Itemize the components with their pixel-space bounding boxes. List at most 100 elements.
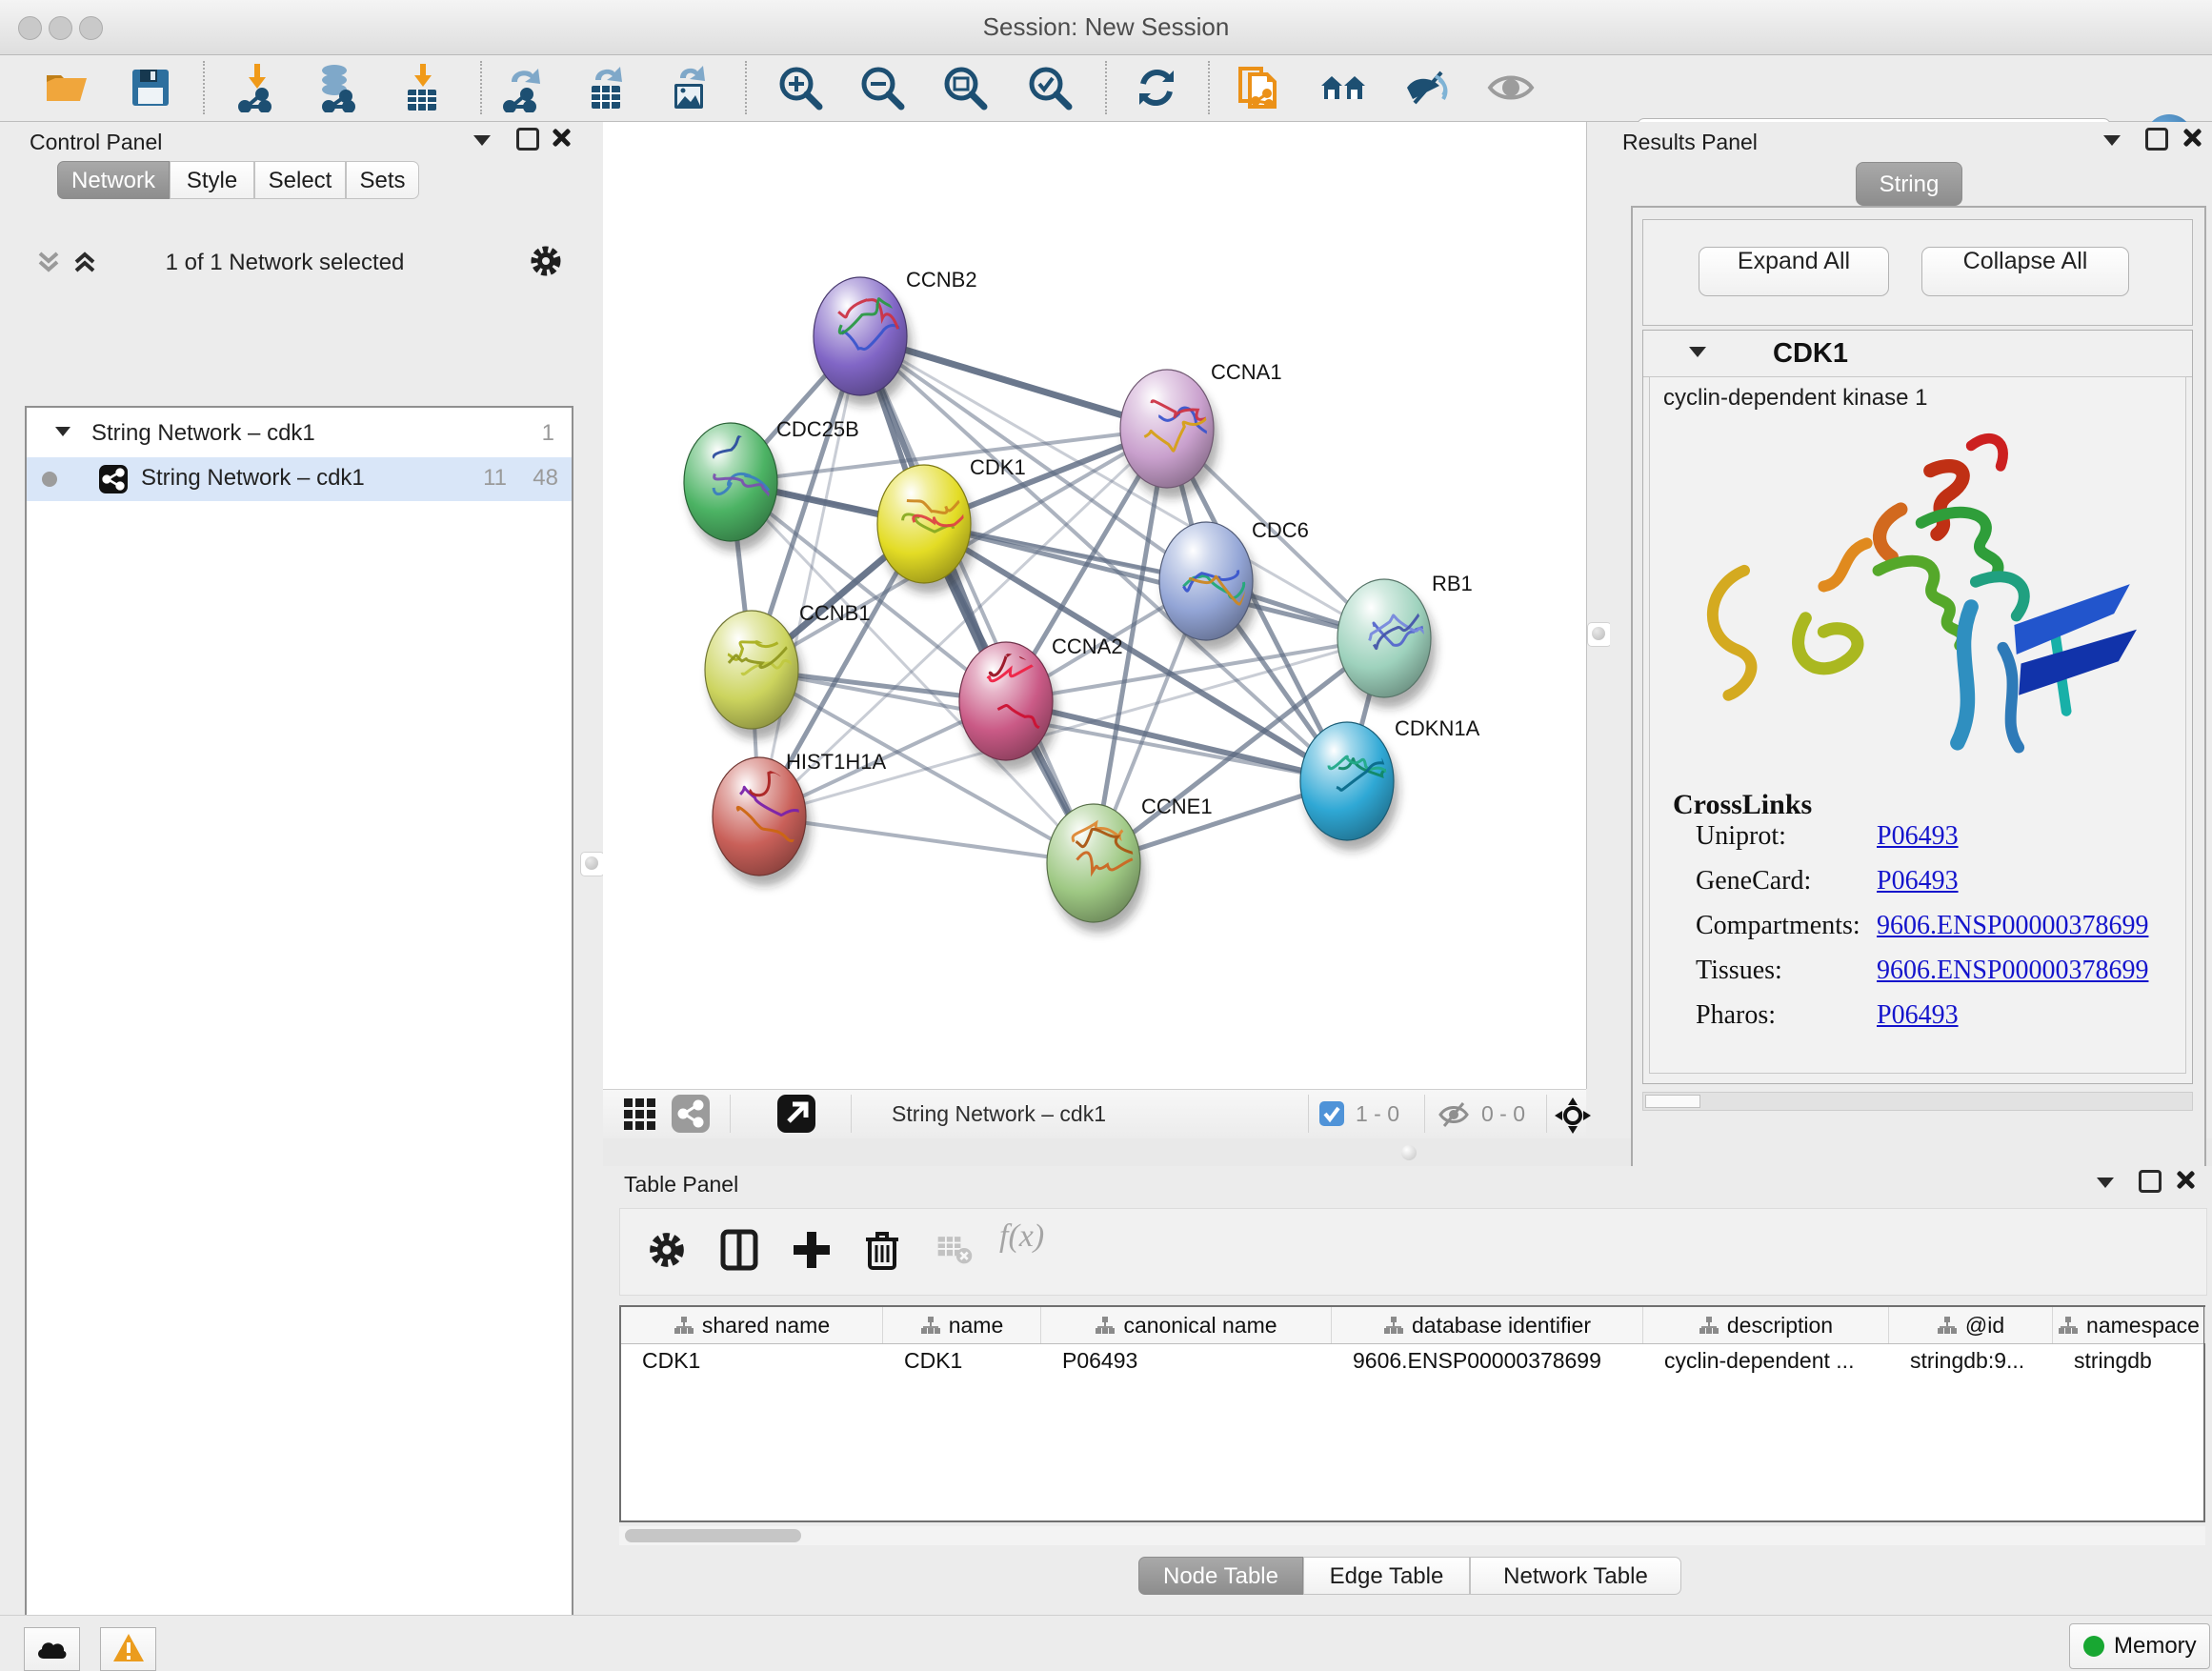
fit-content-crosshair-icon[interactable] <box>1554 1097 1592 1135</box>
network-node-CDKN1A[interactable] <box>1300 722 1407 851</box>
crosslink-link[interactable]: 9606.ENSP00000378699 <box>1877 956 2148 986</box>
show-all-icon[interactable] <box>1486 63 1536 112</box>
results-scrollbar[interactable] <box>1642 1092 2193 1111</box>
right-splitter[interactable] <box>1586 122 1611 1089</box>
crosslink-link[interactable]: P06493 <box>1877 821 1959 852</box>
left-splitter-handle[interactable] <box>580 852 605 876</box>
memory-button[interactable]: Memory <box>2069 1623 2210 1669</box>
import-network-database-icon[interactable] <box>313 63 363 112</box>
open-in-browser-icon[interactable] <box>777 1095 815 1133</box>
panel-close-icon[interactable] <box>2175 1170 2194 1189</box>
panel-collapse-icon[interactable] <box>2097 1178 2114 1188</box>
crosslink-link[interactable]: P06493 <box>1877 1000 1959 1031</box>
string-view-icon[interactable] <box>672 1095 710 1133</box>
tab-node-table[interactable]: Node Table <box>1138 1557 1303 1595</box>
network-collection-row[interactable]: String Network – cdk1 1 <box>27 413 572 457</box>
network-node-CDC6[interactable] <box>1159 522 1257 651</box>
birds-eye-view-icon[interactable] <box>622 1097 658 1133</box>
zoom-fit-icon[interactable] <box>940 63 990 112</box>
warnings-button[interactable] <box>100 1627 156 1671</box>
network-node-CCNB1[interactable] <box>705 611 803 739</box>
panel-collapse-icon[interactable] <box>473 135 491 146</box>
column-header-name[interactable]: name <box>883 1307 1041 1343</box>
cell-description[interactable]: cyclin-dependent ... <box>1643 1344 1889 1380</box>
table-scrollbar-thumb[interactable] <box>625 1529 801 1542</box>
crosslink-link[interactable]: 9606.ENSP00000378699 <box>1877 911 2148 941</box>
hide-selected-icon[interactable] <box>1403 63 1453 112</box>
expand-all-button[interactable]: Expand All <box>1699 247 1889 296</box>
panel-close-icon[interactable] <box>2182 128 2201 147</box>
horizontal-splitter-handle[interactable] <box>1401 1145 1417 1160</box>
export-image-icon[interactable] <box>665 63 714 112</box>
first-neighbors-icon[interactable] <box>1319 63 1369 112</box>
right-splitter-handle[interactable] <box>1587 622 1612 647</box>
tab-sets[interactable]: Sets <box>346 161 419 199</box>
zoom-selected-icon[interactable] <box>1025 63 1075 112</box>
tab-edge-table[interactable]: Edge Table <box>1303 1557 1470 1595</box>
cell--id[interactable]: stringdb:9... <box>1889 1344 2053 1380</box>
cell-namespace[interactable]: stringdb <box>2053 1344 2205 1380</box>
network-canvas[interactable]: CCNB2CCNA1CDC25BCDK1CDC6RB1CCNB1CCNA2CDK… <box>603 122 1586 1089</box>
crosslinks-section: CrossLinks Uniprot:P06493GeneCard:P06493… <box>1673 789 1812 1045</box>
column-header-namespace[interactable]: namespace <box>2053 1307 2205 1343</box>
network-node-CCNE1[interactable] <box>1047 804 1146 933</box>
refresh-icon[interactable] <box>1132 63 1181 112</box>
panel-collapse-icon[interactable] <box>2103 135 2121 146</box>
network-node-RB1[interactable] <box>1337 579 1436 708</box>
results-scrollbar-thumb[interactable] <box>1645 1095 1700 1108</box>
column-header-description[interactable]: description <box>1643 1307 1889 1343</box>
network-row-selected[interactable]: String Network – cdk1 11 48 <box>27 457 572 501</box>
column-header-shared-name[interactable]: shared name <box>621 1307 883 1343</box>
netbar-separator <box>1424 1095 1425 1133</box>
export-network-icon[interactable] <box>498 63 548 112</box>
network-node-CDC25B[interactable] <box>684 423 786 552</box>
cell-shared-name[interactable]: CDK1 <box>621 1344 883 1380</box>
tab-style[interactable]: Style <box>170 161 254 199</box>
tab-network[interactable]: Network <box>57 161 170 199</box>
show-columns-icon[interactable] <box>717 1228 765 1276</box>
import-table-file-icon[interactable] <box>398 63 448 112</box>
entry-collapse-icon[interactable] <box>1689 347 1706 357</box>
zoom-in-icon[interactable] <box>775 63 825 112</box>
tab-string[interactable]: String <box>1856 162 1962 206</box>
create-column-icon[interactable] <box>790 1228 837 1276</box>
tab-network-table[interactable]: Network Table <box>1470 1557 1681 1595</box>
open-session-icon[interactable] <box>42 63 91 112</box>
column-header-canonical-name[interactable]: canonical name <box>1041 1307 1332 1343</box>
panel-float-icon[interactable] <box>516 128 539 151</box>
network-graph[interactable]: CCNB2CCNA1CDC25BCDK1CDC6RB1CCNB1CCNA2CDK… <box>603 122 1586 1089</box>
node-table[interactable]: shared namenamecanonical namedatabase id… <box>619 1305 2205 1522</box>
table-row[interactable]: CDK1CDK1P064939606.ENSP00000378699cyclin… <box>621 1344 2203 1380</box>
network-node-CDK1[interactable] <box>877 465 975 594</box>
cloud-status-button[interactable] <box>24 1627 80 1671</box>
collection-expand-icon[interactable] <box>55 427 70 436</box>
network-options-gear-icon[interactable] <box>527 242 565 280</box>
export-table-icon[interactable] <box>582 63 632 112</box>
collapse-all-button[interactable]: Collapse All <box>1921 247 2129 296</box>
table-header-row: shared namenamecanonical namedatabase id… <box>621 1307 2203 1344</box>
entry-header[interactable]: CDK1 <box>1643 331 2192 377</box>
table-scrollbar[interactable] <box>619 1526 2205 1545</box>
import-network-file-icon[interactable] <box>233 63 283 112</box>
selected-checkbox-icon[interactable] <box>1319 1101 1344 1126</box>
table-options-gear-icon[interactable] <box>645 1228 693 1276</box>
column-header-database-identifier[interactable]: database identifier <box>1332 1307 1643 1343</box>
save-session-icon[interactable] <box>126 63 175 112</box>
network-node-CCNB2[interactable] <box>814 277 912 406</box>
panel-close-icon[interactable] <box>551 128 570 147</box>
cell-database-identifier[interactable]: 9606.ENSP00000378699 <box>1332 1344 1643 1380</box>
clone-network-icon[interactable] <box>1235 63 1284 112</box>
tab-select[interactable]: Select <box>254 161 346 199</box>
cell-canonical-name[interactable]: P06493 <box>1041 1344 1332 1380</box>
network-node-HIST1H1A[interactable] <box>713 757 811 886</box>
delete-column-icon[interactable] <box>860 1228 908 1276</box>
network-node-CCNA2[interactable] <box>959 642 1058 771</box>
panel-float-icon[interactable] <box>2139 1170 2162 1193</box>
control-panel: Control Panel NetworkStyleSelectSets 1 o… <box>0 122 583 1606</box>
column-header--id[interactable]: @id <box>1889 1307 2053 1343</box>
panel-float-icon[interactable] <box>2145 128 2168 151</box>
cell-name[interactable]: CDK1 <box>883 1344 1041 1380</box>
left-splitter[interactable] <box>583 122 604 1606</box>
crosslink-link[interactable]: P06493 <box>1877 866 1959 896</box>
zoom-out-icon[interactable] <box>857 63 907 112</box>
